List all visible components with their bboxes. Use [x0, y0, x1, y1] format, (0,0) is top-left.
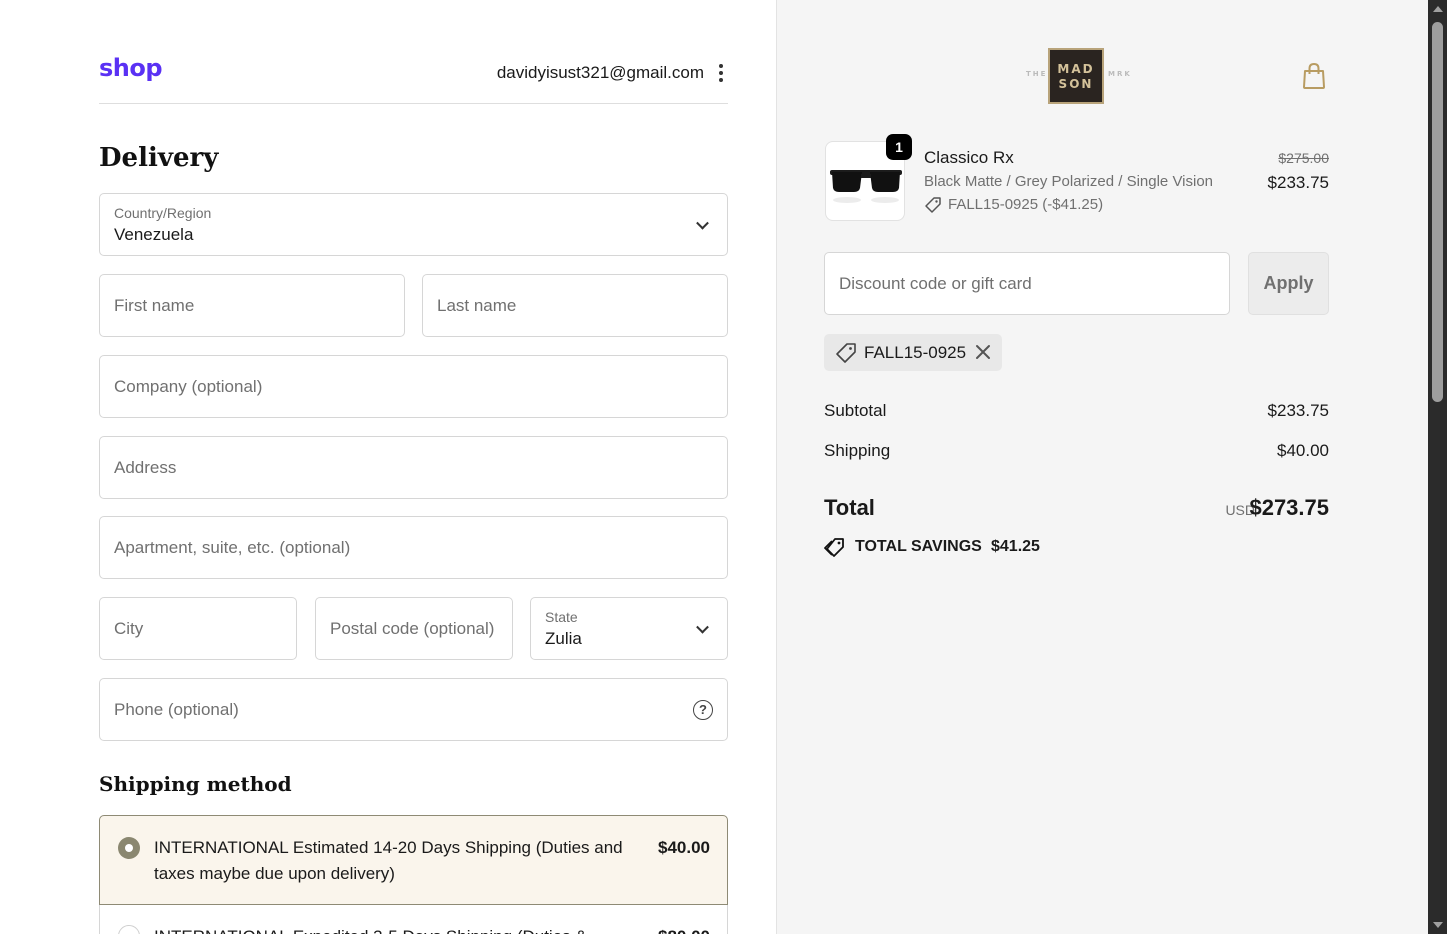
- discount-tag-icon: [925, 197, 941, 213]
- shipping-option-standard[interactable]: INTERNATIONAL Estimated 14-20 Days Shipp…: [99, 815, 728, 905]
- radio-selected[interactable]: [118, 837, 140, 859]
- country-value: Venezuela: [114, 225, 194, 244]
- total-label: Total: [824, 495, 875, 520]
- shipping-value: $40.00: [1277, 441, 1329, 460]
- postal-code-placeholder: Postal code (optional): [330, 618, 495, 638]
- country-select[interactable]: Country/Region Venezuela: [99, 193, 728, 256]
- shipping-option-price: $40.00: [658, 838, 710, 857]
- brand-logo[interactable]: MAD SON: [1048, 48, 1104, 104]
- total-savings-value: $41.25: [991, 538, 1040, 555]
- discounted-price: $233.75: [1267, 173, 1329, 192]
- brand-logo-right-text: MRK: [1108, 70, 1132, 78]
- shipping-method-heading: Shipping method: [99, 772, 292, 796]
- last-name-field[interactable]: Last name: [422, 274, 728, 337]
- discount-code-placeholder: Discount code or gift card: [839, 273, 1032, 293]
- address-placeholder: Address: [114, 457, 177, 477]
- last-name-placeholder: Last name: [437, 295, 517, 315]
- product-discount: FALL15-0925 (-$41.25): [948, 196, 1104, 213]
- phone-placeholder: Phone (optional): [114, 699, 239, 719]
- shipping-option-label: INTERNATIONAL Expedited 3-5 Days Shippin…: [154, 924, 634, 934]
- apartment-field[interactable]: Apartment, suite, etc. (optional): [99, 516, 728, 579]
- account-email: davidyisust321@gmail.com: [496, 63, 704, 82]
- scroll-down-arrow-icon[interactable]: [1433, 922, 1443, 928]
- brand-logo-line2: SON: [1058, 77, 1094, 91]
- total-savings-label: TOTAL SAVINGS: [855, 538, 982, 555]
- savings-tag-icon: [824, 538, 844, 557]
- apartment-placeholder: Apartment, suite, etc. (optional): [114, 537, 351, 557]
- city-placeholder: City: [114, 618, 144, 638]
- postal-code-field[interactable]: Postal code (optional): [315, 597, 513, 660]
- product-variant: Black Matte / Grey Polarized / Single Vi…: [924, 173, 1214, 190]
- state-value: Zulia: [545, 629, 582, 648]
- shipping-option-label: INTERNATIONAL Estimated 14-20 Days Shipp…: [154, 838, 623, 883]
- country-label: Country/Region: [114, 205, 212, 221]
- company-placeholder: Company (optional): [114, 376, 263, 396]
- shop-logo[interactable]: shop: [99, 54, 163, 82]
- discount-code-input[interactable]: Discount code or gift card: [824, 252, 1230, 315]
- shipping-label: Shipping: [824, 441, 891, 460]
- scroll-thumb[interactable]: [1432, 22, 1443, 402]
- kebab-menu-icon[interactable]: [719, 64, 723, 82]
- delivery-heading: Delivery: [99, 143, 219, 173]
- applied-discount-code: FALL15-0925: [864, 343, 967, 362]
- brand-logo-line1: MAD: [1057, 62, 1095, 76]
- company-field[interactable]: Company (optional): [99, 355, 728, 418]
- scroll-up-arrow-icon[interactable]: [1433, 6, 1443, 12]
- chevron-down-icon: [696, 620, 709, 634]
- subtotal-label: Subtotal: [824, 401, 887, 420]
- page-scrollbar[interactable]: [1428, 0, 1447, 934]
- brand-logo-left-text: THE: [1026, 70, 1048, 78]
- first-name-placeholder: First name: [114, 295, 195, 315]
- address-field[interactable]: Address: [99, 436, 728, 499]
- shipping-option-price: $80.00: [658, 924, 710, 934]
- phone-field[interactable]: Phone (optional) ?: [99, 678, 728, 741]
- discount-tag-icon: [836, 343, 856, 363]
- state-select[interactable]: State Zulia: [530, 597, 728, 660]
- apply-button[interactable]: Apply: [1248, 252, 1329, 315]
- shopping-bag-icon[interactable]: [1301, 62, 1327, 90]
- total-value: $273.75: [1249, 495, 1329, 520]
- applied-discount-chip: FALL15-0925: [824, 334, 1002, 371]
- chevron-down-icon: [696, 216, 709, 230]
- original-price: $275.00: [1278, 150, 1329, 166]
- radio-unselected[interactable]: [118, 925, 140, 934]
- help-icon[interactable]: ?: [693, 699, 713, 720]
- product-name: Classico Rx: [924, 148, 1014, 167]
- shipping-option-expedited[interactable]: INTERNATIONAL Expedited 3-5 Days Shippin…: [99, 905, 728, 934]
- state-label: State: [545, 609, 578, 625]
- checkout-header: shop davidyisust321@gmail.com: [99, 50, 728, 104]
- city-field[interactable]: City: [99, 597, 297, 660]
- subtotal-value: $233.75: [1267, 401, 1329, 420]
- remove-discount-icon[interactable]: [974, 343, 992, 361]
- quantity-badge: 1: [886, 134, 912, 160]
- first-name-field[interactable]: First name: [99, 274, 405, 337]
